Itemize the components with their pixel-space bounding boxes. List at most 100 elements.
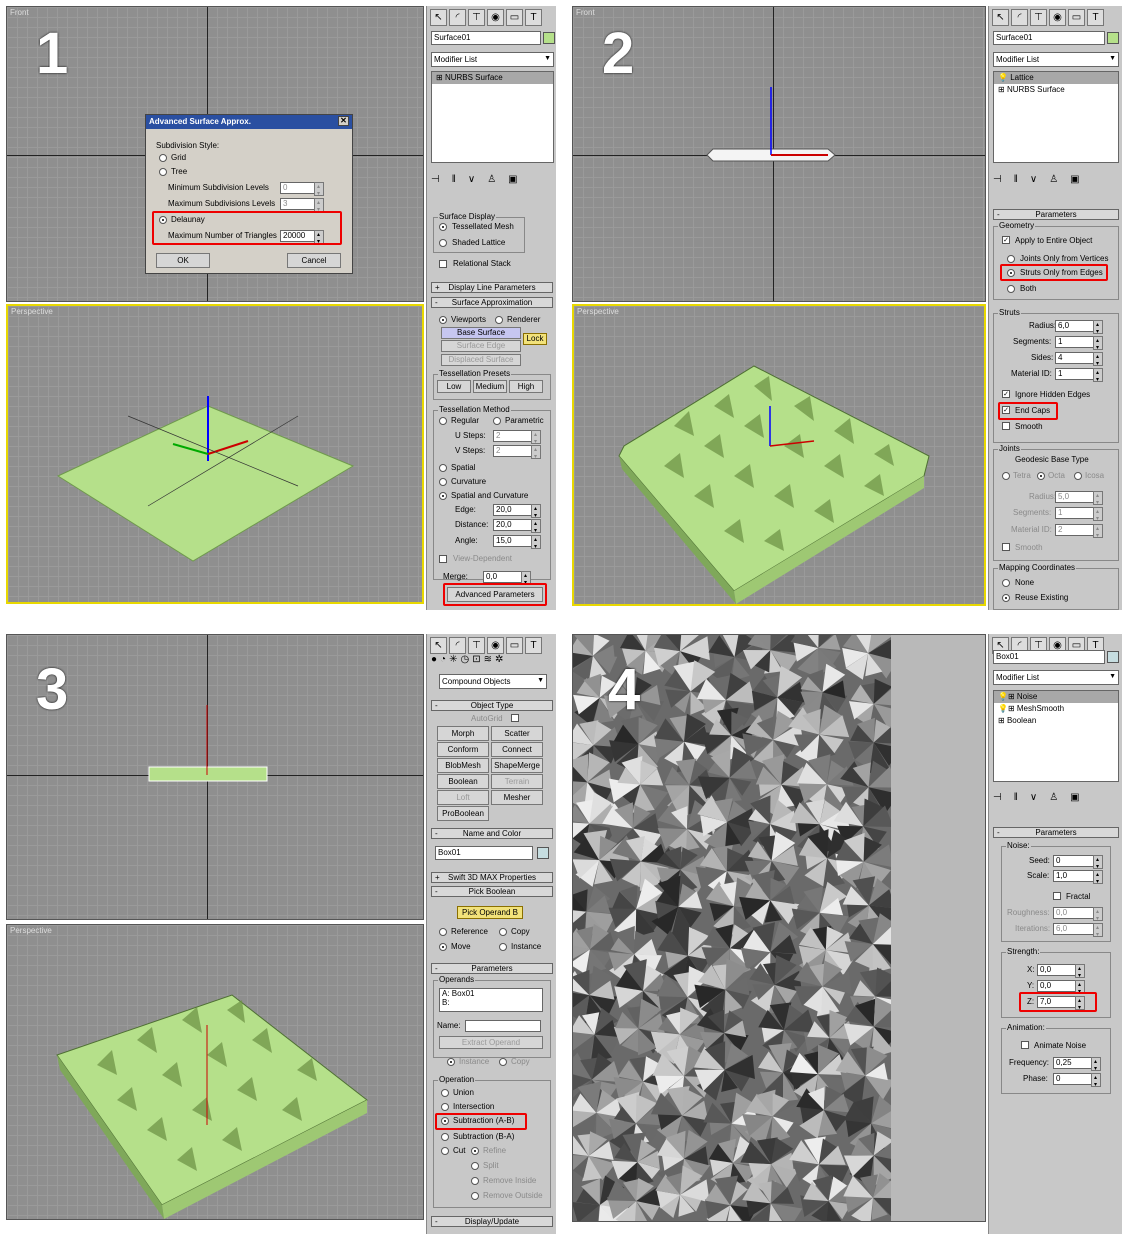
front-viewport[interactable] <box>6 634 424 920</box>
apply-entire-checkbox[interactable]: ✓ <box>1002 236 1010 244</box>
object-color-swatch[interactable] <box>1107 651 1119 663</box>
geometry-icon[interactable]: ● <box>431 654 437 665</box>
distance-input[interactable]: 20,0 <box>493 519 541 533</box>
configure-icon[interactable]: ▣ <box>1070 174 1079 185</box>
grid-radio[interactable] <box>159 154 167 162</box>
u-steps-input[interactable]: 2 <box>493 430 541 444</box>
autogrid-checkbox[interactable] <box>511 714 519 722</box>
lights-icon[interactable]: ✳ <box>449 654 457 665</box>
min-levels-input[interactable]: 0 <box>280 182 324 196</box>
conform-button[interactable]: Conform <box>437 742 489 757</box>
perspective-viewport[interactable]: Perspective <box>572 304 986 606</box>
copy2-radio[interactable] <box>499 1058 507 1066</box>
cameras-icon[interactable]: ◷ <box>460 654 469 665</box>
refine-radio[interactable] <box>471 1147 479 1155</box>
display-update-rollout[interactable]: - Display/Update <box>431 1216 553 1227</box>
boolean-button[interactable]: Boolean <box>437 774 489 789</box>
modify-icon[interactable]: ◜ <box>449 637 466 654</box>
roughness-input[interactable]: 0,0 <box>1053 907 1103 921</box>
perspective-viewport[interactable]: Perspective <box>6 304 424 604</box>
mesher-button[interactable]: Mesher <box>491 790 543 805</box>
object-color-swatch[interactable] <box>543 32 555 44</box>
extract-operand-button[interactable]: Extract Operand <box>439 1036 543 1049</box>
modifier-stack[interactable]: ⊞ NURBS Surface <box>431 71 554 163</box>
remove-modifier-icon[interactable]: ♙ <box>1049 174 1058 185</box>
split-radio[interactable] <box>471 1162 479 1170</box>
category-dropdown[interactable]: Compound Objects <box>439 674 547 689</box>
y-input[interactable]: 0,0 <box>1037 980 1085 994</box>
show-end-result-icon[interactable]: ‖ <box>1014 792 1018 803</box>
joint-segments-input[interactable]: 1 <box>1055 507 1103 521</box>
smooth-checkbox[interactable] <box>1002 422 1010 430</box>
subtraction-ba-radio[interactable] <box>441 1133 449 1141</box>
show-end-result-icon[interactable]: ‖ <box>452 174 456 185</box>
reference-radio[interactable] <box>439 928 447 936</box>
edge-input[interactable]: 20,0 <box>493 504 541 518</box>
object-name-field[interactable]: Surface01 <box>431 31 541 45</box>
hierarchy-icon[interactable]: ⊤ <box>468 9 485 26</box>
modify-icon[interactable]: ◜ <box>1011 9 1028 26</box>
create-icon[interactable]: ↖ <box>430 637 447 654</box>
spatial-curvature-radio[interactable] <box>439 492 447 500</box>
scale-input[interactable]: 1,0 <box>1053 870 1103 884</box>
hierarchy-icon[interactable]: ⊤ <box>1030 9 1047 26</box>
seed-input[interactable]: 0 <box>1053 855 1103 869</box>
modifier-list-dropdown[interactable]: Modifier List <box>993 670 1119 685</box>
cut-radio[interactable] <box>441 1147 449 1155</box>
move-radio[interactable] <box>439 943 447 951</box>
stack-item-noise[interactable]: 💡⊞ Noise <box>994 691 1118 703</box>
proboolean-button[interactable]: ProBoolean <box>437 806 489 821</box>
stack-item-nurbs[interactable]: ⊞ NURBS Surface <box>432 72 553 84</box>
parameters-rollout[interactable]: - Parameters <box>431 963 553 974</box>
fractal-checkbox[interactable] <box>1053 892 1061 900</box>
make-unique-icon[interactable]: ∨ <box>468 174 475 185</box>
shapemerge-button[interactable]: ShapeMerge <box>491 758 543 773</box>
pick-operand-button[interactable]: Pick Operand B <box>457 906 523 919</box>
remove-outside-radio[interactable] <box>471 1192 479 1200</box>
view-dependent-checkbox[interactable] <box>439 555 447 563</box>
object-color-swatch[interactable] <box>537 847 549 859</box>
scatter-button[interactable]: Scatter <box>491 726 543 741</box>
base-surface-button[interactable]: Base Surface <box>441 327 521 339</box>
operand-b[interactable]: B: <box>440 998 542 1007</box>
remove-modifier-icon[interactable]: ♙ <box>1049 792 1058 803</box>
remove-inside-radio[interactable] <box>471 1177 479 1185</box>
shapes-icon[interactable]: ◔ <box>440 654 446 665</box>
remove-modifier-icon[interactable]: ♙ <box>487 174 496 185</box>
joint-material-input[interactable]: 2 <box>1055 524 1103 538</box>
material-id-input[interactable]: 1 <box>1055 368 1103 382</box>
joints-only-radio[interactable] <box>1007 255 1015 263</box>
intersection-radio[interactable] <box>441 1103 449 1111</box>
terrain-button[interactable]: Terrain <box>491 774 543 789</box>
modifier-stack[interactable]: 💡 Lattice ⊞ NURBS Surface <box>993 71 1119 163</box>
none-radio[interactable] <box>1002 579 1010 587</box>
pin-stack-icon[interactable]: ⊣ <box>993 792 1002 803</box>
instance2-radio[interactable] <box>447 1058 455 1066</box>
spacewarps-icon[interactable]: ≋ <box>484 654 492 665</box>
perspective-viewport[interactable]: Perspective <box>6 924 424 1220</box>
animate-noise-checkbox[interactable] <box>1021 1041 1029 1049</box>
low-button[interactable]: Low <box>437 380 471 393</box>
make-unique-icon[interactable]: ∨ <box>1030 174 1037 185</box>
instance-radio[interactable] <box>499 943 507 951</box>
relational-stack-checkbox[interactable] <box>439 260 447 268</box>
show-end-result-icon[interactable]: ‖ <box>1014 174 1018 185</box>
curvature-radio[interactable] <box>439 478 447 486</box>
union-radio[interactable] <box>441 1089 449 1097</box>
parametric-radio[interactable] <box>493 417 501 425</box>
motion-icon[interactable]: ◉ <box>1049 9 1066 26</box>
utilities-icon[interactable]: T <box>1087 9 1104 26</box>
morph-button[interactable]: Morph <box>437 726 489 741</box>
blobmesh-button[interactable]: BlobMesh <box>437 758 489 773</box>
modifier-list-dropdown[interactable]: Modifier List <box>993 52 1119 67</box>
display-icon[interactable]: ▭ <box>506 9 523 26</box>
stack-item-lattice[interactable]: 💡 Lattice <box>994 72 1118 84</box>
parameters-rollout[interactable]: - Parameters <box>993 209 1119 220</box>
modifier-list-dropdown[interactable]: Modifier List <box>431 52 554 67</box>
surface-edge-button[interactable]: Surface Edge <box>441 340 521 352</box>
iterations-input[interactable]: 6,0 <box>1053 923 1103 937</box>
joint-radius-input[interactable]: 5,0 <box>1055 491 1103 505</box>
pin-stack-icon[interactable]: ⊣ <box>993 174 1002 185</box>
both-radio[interactable] <box>1007 285 1015 293</box>
parameters-rollout[interactable]: - Parameters <box>993 827 1119 838</box>
